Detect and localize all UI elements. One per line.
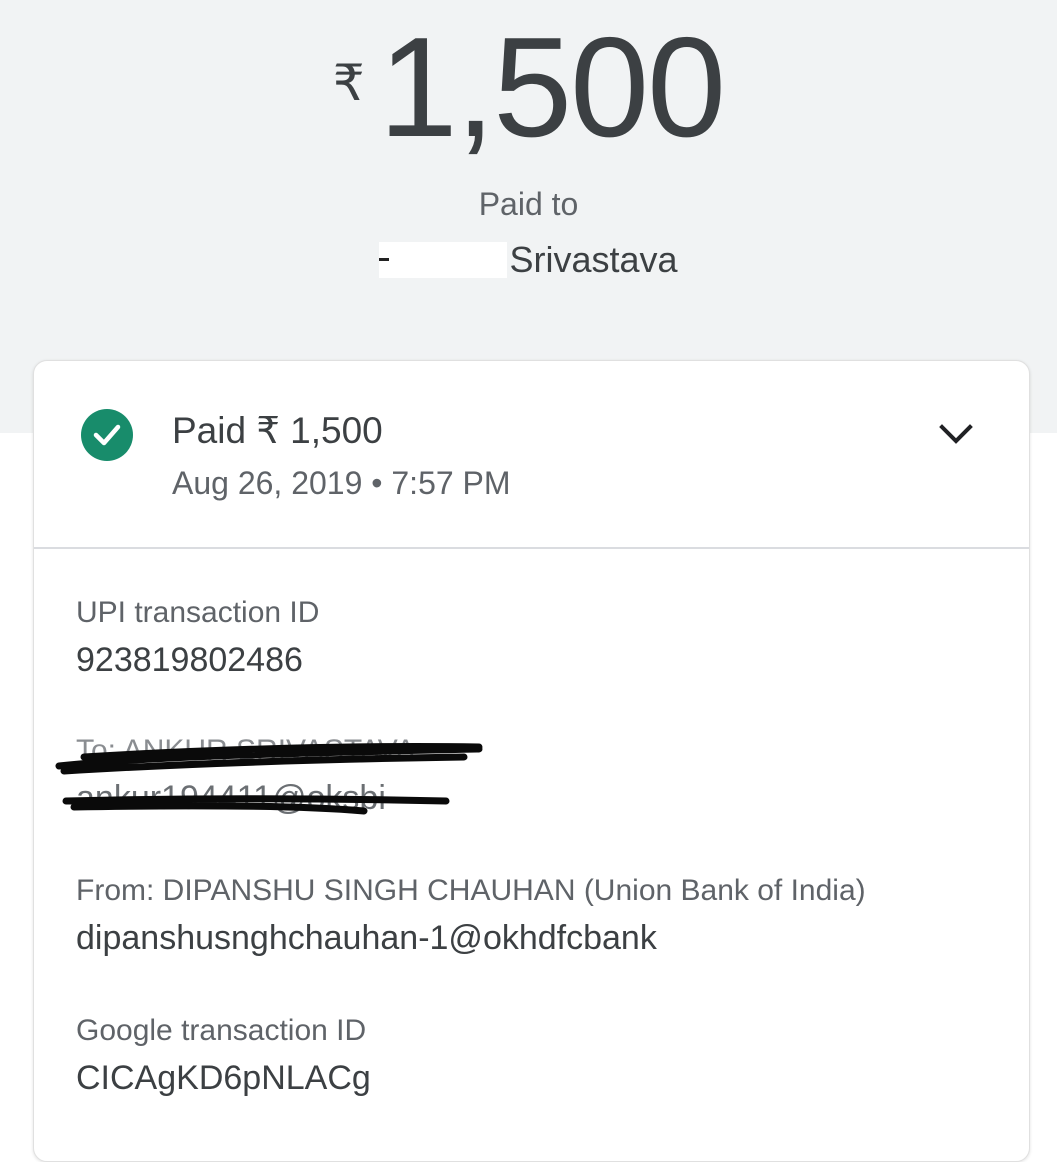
paid-to-label: Paid to [478,186,579,222]
amount-display: ₹1,500 [0,8,1057,167]
amount-value: 1,500 [378,8,726,167]
sender-upi-id: dipanshusnghchauhan-1@okhdfcbank [76,919,657,957]
transaction-card: Paid ₹ 1,500 Aug 26, 2019 • 7:57 PM UPI … [33,360,1030,1162]
sender-label: From: DIPANSHU SINGH CHAUHAN (Union Bank… [76,874,866,907]
google-transaction-label: Google transaction ID [76,1014,367,1047]
currency-symbol: ₹ [332,55,365,111]
google-transaction-section: Google transaction ID CICAgKD6pNLACg [76,1011,371,1101]
payee: Srivastava [0,239,1057,281]
payee-name: Srivastava [509,239,678,280]
google-transaction-id: CICAgKD6pNLACg [76,1059,371,1097]
redaction-mark [379,242,508,278]
sender-section: From: DIPANSHU SINGH CHAUHAN (Union Bank… [76,871,866,961]
